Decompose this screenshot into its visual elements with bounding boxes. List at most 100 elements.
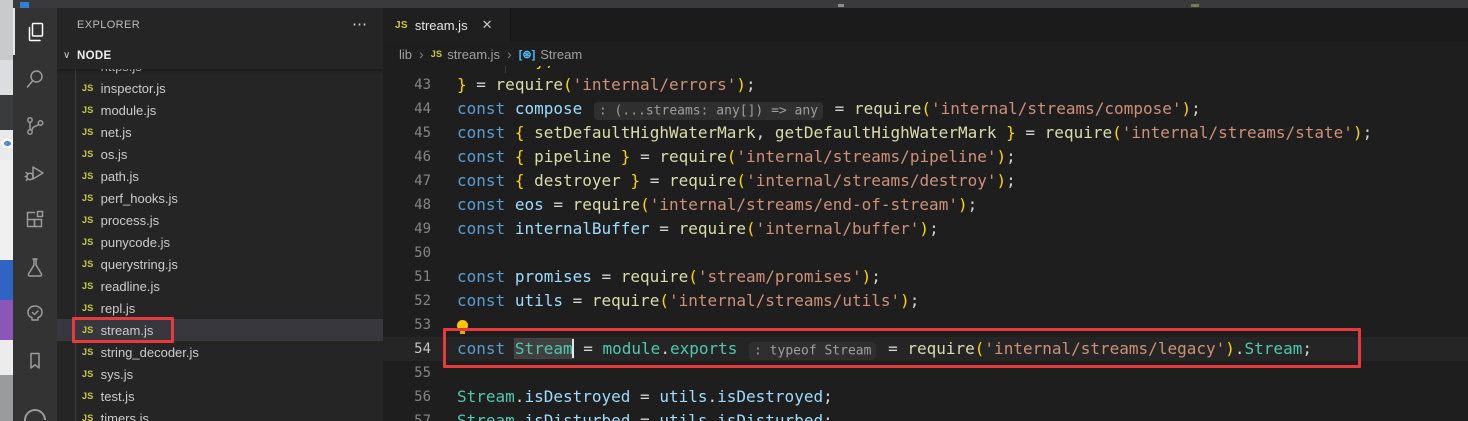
file-row-inspector.js[interactable]: JSinspector.js (57, 77, 383, 99)
code-token: isDestroyed (524, 387, 630, 406)
code-token: require (573, 195, 640, 214)
js-file-icon: JS (82, 193, 94, 203)
code-token: ) (958, 195, 968, 214)
code-line-54[interactable]: 54const Stream = module.exports : typeof… (383, 337, 1468, 361)
code-editor[interactable]: 42 };43} = require('internal/errors');44… (383, 8, 1468, 421)
file-row-timers.js[interactable]: JStimers.js (57, 407, 383, 421)
code-token: utils (659, 387, 707, 406)
code-token: = (825, 99, 854, 118)
file-name: os.js (101, 147, 128, 162)
code-line-49[interactable]: 49const internalBuffer = require('intern… (383, 217, 1468, 241)
file-row-sys.js[interactable]: JSsys.js (57, 363, 383, 385)
code-token: { (515, 171, 525, 190)
code-token: . (515, 387, 525, 406)
extensions-icon[interactable] (13, 196, 57, 243)
code-line-53[interactable]: 53 (383, 313, 1468, 337)
code-line-48[interactable]: 48const eos = require('internal/streams/… (383, 193, 1468, 217)
file-row-querystring.js[interactable]: JSquerystring.js (57, 253, 383, 275)
line-number[interactable]: 54 (383, 337, 431, 361)
code-line-46[interactable]: 46const { pipeline } = require('internal… (383, 145, 1468, 169)
line-number[interactable]: 45 (383, 121, 431, 145)
code-line-57[interactable]: 57Stream.isDisturbed = utils.isDisturbed… (383, 409, 1468, 421)
inlay-hint: : (...streams: any[]) => any (594, 102, 823, 120)
code-line-45[interactable]: 45const { setDefaultHighWaterMark, getDe… (383, 121, 1468, 145)
code-token: 'internal/errors' (573, 75, 737, 94)
line-number[interactable]: 48 (383, 193, 431, 217)
code-token: pipeline (534, 147, 611, 166)
line-number[interactable]: 50 (383, 241, 431, 265)
breadcrumb-item-file[interactable]: stream.js (447, 47, 500, 62)
js-file-icon: JS (82, 325, 94, 335)
code-token: ( (975, 339, 985, 358)
account-icon[interactable] (19, 404, 50, 421)
search-icon[interactable] (13, 55, 57, 102)
line-number[interactable]: 55 (383, 361, 431, 385)
code-token: ; (1363, 123, 1373, 142)
code-line-56[interactable]: 56Stream.isDestroyed = utils.isDestroyed… (383, 385, 1468, 409)
more-actions-icon[interactable]: ⋯ (352, 20, 369, 30)
tab-stream-js[interactable]: JS stream.js ✕ (383, 8, 511, 42)
testing-icon[interactable] (13, 243, 57, 290)
line-number[interactable]: 44 (383, 97, 431, 121)
file-row-readline.js[interactable]: JSreadline.js (57, 275, 383, 297)
file-row-path.js[interactable]: JSpath.js (57, 165, 383, 187)
code-token (505, 339, 515, 358)
file-row-string_decoder.js[interactable]: JSstring_decoder.js (57, 341, 383, 363)
close-icon[interactable]: ✕ (482, 17, 493, 33)
breadcrumb-item-lib[interactable]: lib (399, 47, 412, 62)
line-number[interactable]: 46 (383, 145, 431, 169)
file-row-test.js[interactable]: JStest.js (57, 385, 383, 407)
run-debug-icon[interactable] (13, 149, 57, 196)
code-token: = (630, 387, 659, 406)
js-file-icon: JS (82, 347, 94, 357)
code-token: = (1016, 123, 1045, 142)
chevron-down-icon: ∨ (63, 50, 77, 61)
code-token: destroyer (534, 171, 621, 190)
breadcrumb-item-symbol[interactable]: Stream (540, 47, 582, 62)
code-token: ) (862, 267, 872, 286)
code-line-50[interactable]: 50 (383, 241, 1468, 265)
code-token: ( (727, 147, 737, 166)
file-name: timers.js (101, 411, 149, 421)
file-name: perf_hooks.js (101, 191, 178, 206)
source-control-icon[interactable] (13, 102, 57, 149)
line-number[interactable]: 49 (383, 217, 431, 241)
code-token: require (621, 267, 688, 286)
code-token (505, 267, 515, 286)
code-line-43[interactable]: 43} = require('internal/errors'); (383, 73, 1468, 97)
code-token (582, 99, 592, 118)
explorer-icon[interactable] (13, 8, 57, 55)
file-row-punycode.js[interactable]: JSpunycode.js (57, 231, 383, 253)
file-row-repl.js[interactable]: JSrepl.js (57, 297, 383, 319)
file-row-process.js[interactable]: JSprocess.js (57, 209, 383, 231)
code-token: require (496, 75, 563, 94)
code-line-44[interactable]: 44const compose : (...streams: any[]) =>… (383, 97, 1468, 121)
code-token (505, 171, 515, 190)
line-number[interactable]: 52 (383, 289, 431, 313)
line-number[interactable]: 47 (383, 169, 431, 193)
line-number[interactable]: 56 (383, 385, 431, 409)
code-token: ( (659, 291, 669, 310)
file-name: punycode.js (101, 235, 170, 250)
file-name: module.js (101, 103, 157, 118)
code-line-47[interactable]: 47const { destroyer } = require('interna… (383, 169, 1468, 193)
vscode-window: EXPLORER ⋯ ∨ NODE JShttps.jsJSinspector.… (0, 0, 1468, 421)
code-token: { (515, 147, 525, 166)
file-row-module.js[interactable]: JSmodule.js (57, 99, 383, 121)
line-number[interactable]: 53 (383, 313, 431, 337)
bookmarks-icon[interactable] (13, 337, 57, 384)
line-number[interactable]: 57 (383, 409, 431, 421)
line-number[interactable]: 51 (383, 265, 431, 289)
file-row-perf_hooks.js[interactable]: JS perf_hooks.js (57, 187, 383, 209)
code-line-55[interactable]: 55 (383, 361, 1468, 385)
file-row-net.js[interactable]: JSnet.js (57, 121, 383, 143)
todo-tree-icon[interactable] (13, 290, 57, 337)
code-line-51[interactable]: 51const promises = require('stream/promi… (383, 265, 1468, 289)
code-token: ; (929, 219, 939, 238)
code-line-52[interactable]: 52const utils = require('internal/stream… (383, 289, 1468, 313)
lightbulb-icon[interactable] (457, 320, 468, 331)
line-number[interactable]: 43 (383, 73, 431, 97)
file-row-stream.js[interactable]: JSstream.js (57, 319, 383, 341)
file-row-os.js[interactable]: JSos.js (57, 143, 383, 165)
folder-header-node[interactable]: ∨ NODE (57, 42, 383, 69)
